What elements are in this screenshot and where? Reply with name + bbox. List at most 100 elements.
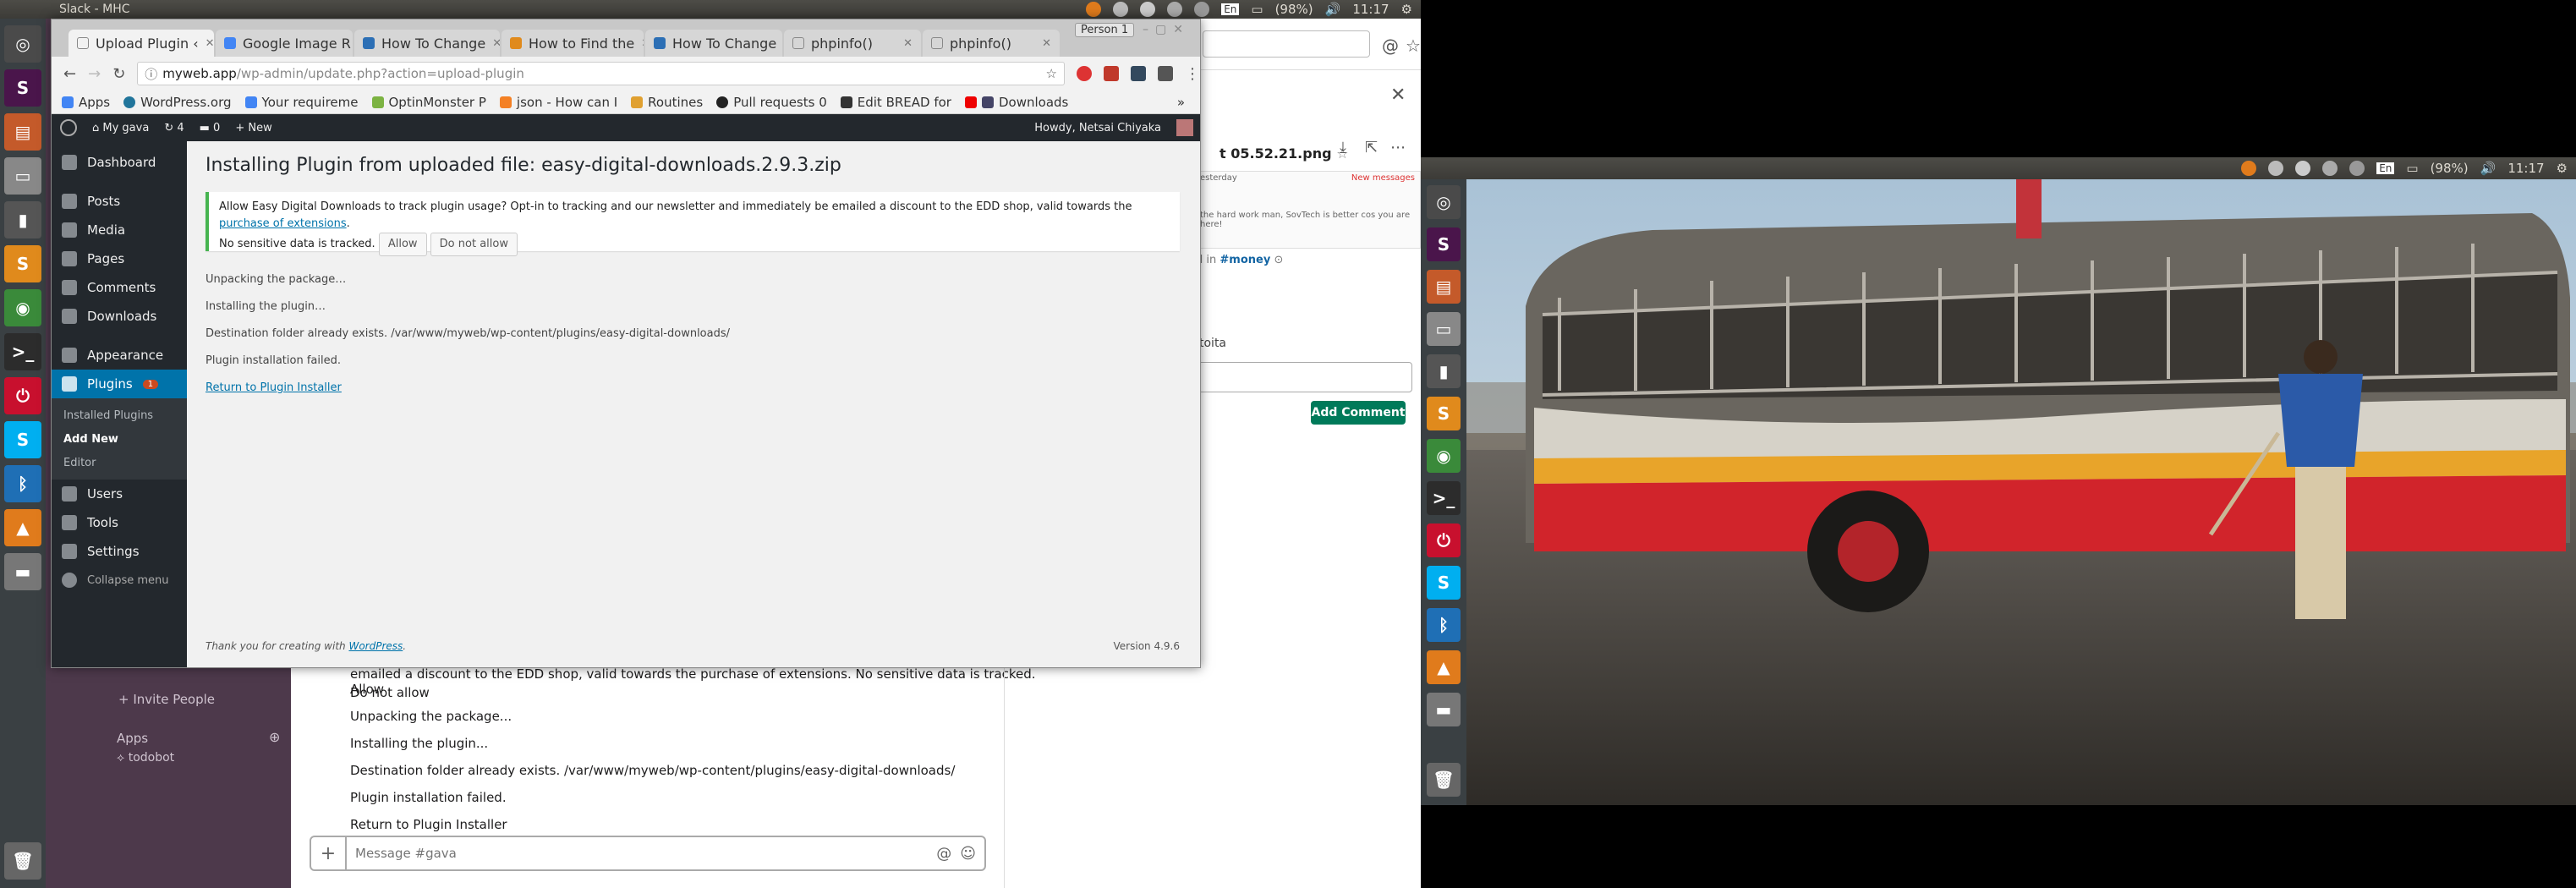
mention-icon[interactable]: @: [936, 845, 951, 863]
external-link-icon[interactable]: ⇱: [1365, 139, 1378, 156]
files-icon[interactable]: ▤: [4, 113, 41, 151]
skype-icon[interactable]: S: [4, 421, 41, 458]
vlc-icon[interactable]: ▲: [4, 509, 41, 546]
submenu-add-new[interactable]: Add New: [52, 427, 187, 451]
power-icon[interactable]: ⏻: [1427, 523, 1461, 557]
menu-settings[interactable]: Settings: [52, 537, 187, 566]
menu-appearance[interactable]: Appearance: [52, 341, 187, 370]
updates-count[interactable]: ↻ 4: [164, 122, 184, 134]
tab-phpinfo[interactable]: phpinfo() ✕: [784, 30, 921, 57]
printer-icon[interactable]: [2322, 161, 2338, 176]
tab-close-icon[interactable]: ✕: [903, 37, 913, 50]
message-input[interactable]: [347, 846, 937, 861]
terminal-icon[interactable]: >_: [1427, 481, 1461, 515]
comments-count[interactable]: ▬ 0: [200, 122, 221, 134]
submenu-editor[interactable]: Editor: [52, 451, 187, 474]
battery-icon[interactable]: ▭: [1251, 2, 1263, 17]
menu-comments[interactable]: Comments: [52, 273, 187, 302]
new-content[interactable]: + New: [235, 122, 271, 134]
reload-icon[interactable]: ↻: [112, 65, 125, 83]
menu-users[interactable]: Users: [52, 480, 187, 508]
slack-search[interactable]: [1203, 30, 1370, 58]
wordpress-link[interactable]: WordPress: [348, 640, 403, 652]
tab-close-icon[interactable]: ✕: [1042, 37, 1051, 50]
forward-icon[interactable]: →: [88, 65, 101, 83]
add-app-icon[interactable]: ⊕: [269, 729, 280, 745]
settings-tray-icon[interactable]: [2295, 161, 2311, 176]
window-controls[interactable]: –▢✕: [1143, 23, 1190, 36]
bookmark-optinmonster[interactable]: OptinMonster P: [371, 95, 486, 110]
menu-media[interactable]: Media: [52, 216, 187, 244]
wordpress-logo-icon[interactable]: [60, 119, 77, 136]
tab-how-to-change[interactable]: How To Change ✕: [354, 30, 500, 57]
back-icon[interactable]: ←: [63, 65, 76, 83]
channel-link[interactable]: #money: [1219, 254, 1270, 266]
bookmark-wordpress[interactable]: WordPress.org: [123, 95, 232, 110]
trash-icon[interactable]: 🗑: [1427, 763, 1461, 797]
vlc-tray-icon[interactable]: [1086, 2, 1102, 17]
bookmark-edit-bread[interactable]: Edit BREAD for: [840, 95, 951, 110]
add-comment-button[interactable]: Add Comment: [1311, 401, 1406, 425]
allow-button[interactable]: Allow: [378, 233, 427, 256]
return-to-plugin-installer-link[interactable]: Return to Plugin Installer: [206, 381, 342, 394]
chrome-icon[interactable]: ◉: [4, 289, 41, 326]
profile-badge[interactable]: Person 1: [1075, 23, 1135, 37]
network-icon[interactable]: [2268, 161, 2284, 176]
menu-icon[interactable]: ⋮: [1185, 65, 1200, 83]
gear-icon[interactable]: ⚙: [2557, 161, 2568, 176]
tab-close-icon[interactable]: ✕: [492, 37, 500, 50]
extension-3-icon[interactable]: [1158, 66, 1173, 81]
clock[interactable]: 11:17: [1352, 2, 1389, 17]
slack-icon[interactable]: S: [4, 69, 41, 107]
tab-close-icon[interactable]: ✕: [641, 37, 644, 50]
tab-how-to-find[interactable]: How to Find the✕: [501, 30, 644, 57]
do-not-allow-button[interactable]: Do not allow: [430, 233, 518, 256]
comment-input[interactable]: [1196, 362, 1412, 392]
wifi-icon[interactable]: [1194, 2, 1210, 17]
drive-icon[interactable]: ▭: [4, 157, 41, 195]
ubuntu-icon[interactable]: ◎: [1427, 185, 1461, 219]
submenu-installed-plugins[interactable]: Installed Plugins: [52, 403, 187, 427]
menu-pages[interactable]: Pages: [52, 244, 187, 273]
avatar[interactable]: [1176, 119, 1193, 136]
site-name[interactable]: ⌂ My gava: [92, 122, 149, 134]
wifi-icon[interactable]: [2349, 161, 2365, 176]
printer-icon[interactable]: [1167, 2, 1183, 17]
attach-button[interactable]: +: [311, 837, 347, 869]
removable-drive-icon[interactable]: ▬: [1427, 693, 1461, 726]
bluetooth-icon[interactable]: ᛒ: [1427, 608, 1461, 642]
tab-phpinfo-2[interactable]: phpinfo() ✕: [923, 30, 1060, 57]
sublime-icon[interactable]: S: [1427, 397, 1461, 430]
invite-people[interactable]: + Invite People: [118, 692, 215, 707]
drive-icon[interactable]: ▭: [1427, 312, 1461, 346]
howdy-user[interactable]: Howdy, Netsai Chiyaka: [1034, 122, 1161, 134]
bookmark-pull-requests[interactable]: Pull requests 0: [716, 95, 827, 110]
keyboard-layout[interactable]: En: [2376, 162, 2395, 174]
tab-google-image[interactable]: Google Image R✕: [216, 30, 353, 57]
menu-downloads[interactable]: Downloads: [52, 302, 187, 331]
tab-how-to-change-2[interactable]: How To Change✕: [645, 30, 782, 57]
emoji-icon[interactable]: ☺: [960, 845, 976, 863]
menu-tools[interactable]: Tools: [52, 508, 187, 537]
tab-upload-plugin[interactable]: Upload Plugin ‹ ✕: [69, 30, 214, 57]
skype-icon[interactable]: S: [1427, 566, 1461, 600]
keyboard-layout[interactable]: En: [1221, 3, 1240, 15]
clock[interactable]: 11:17: [2507, 161, 2544, 176]
slack-icon[interactable]: S: [1427, 227, 1461, 261]
gear-icon[interactable]: ⚙: [1401, 2, 1412, 17]
more-actions-icon[interactable]: ⋯: [1390, 139, 1406, 156]
sublime-icon[interactable]: S: [4, 245, 41, 282]
phone-icon[interactable]: ▮: [1427, 354, 1461, 388]
tab-close-icon[interactable]: ✕: [206, 37, 214, 50]
phone-icon[interactable]: ▮: [4, 201, 41, 238]
terminal-icon[interactable]: >_: [4, 333, 41, 370]
ubuntu-icon[interactable]: ◎: [4, 25, 41, 63]
bookmark-downloads[interactable]: Downloads: [964, 95, 1068, 110]
download-icon[interactable]: ⤓: [1340, 139, 1346, 156]
extension-icon[interactable]: [1104, 66, 1119, 81]
purchase-extensions-link[interactable]: purchase of extensions: [219, 217, 347, 230]
bookmark-requirements[interactable]: Your requireme: [244, 95, 359, 110]
power-icon[interactable]: ⏻: [4, 377, 41, 414]
close-icon[interactable]: ✕: [1390, 85, 1406, 106]
vlc-tray-icon[interactable]: [2241, 161, 2257, 176]
